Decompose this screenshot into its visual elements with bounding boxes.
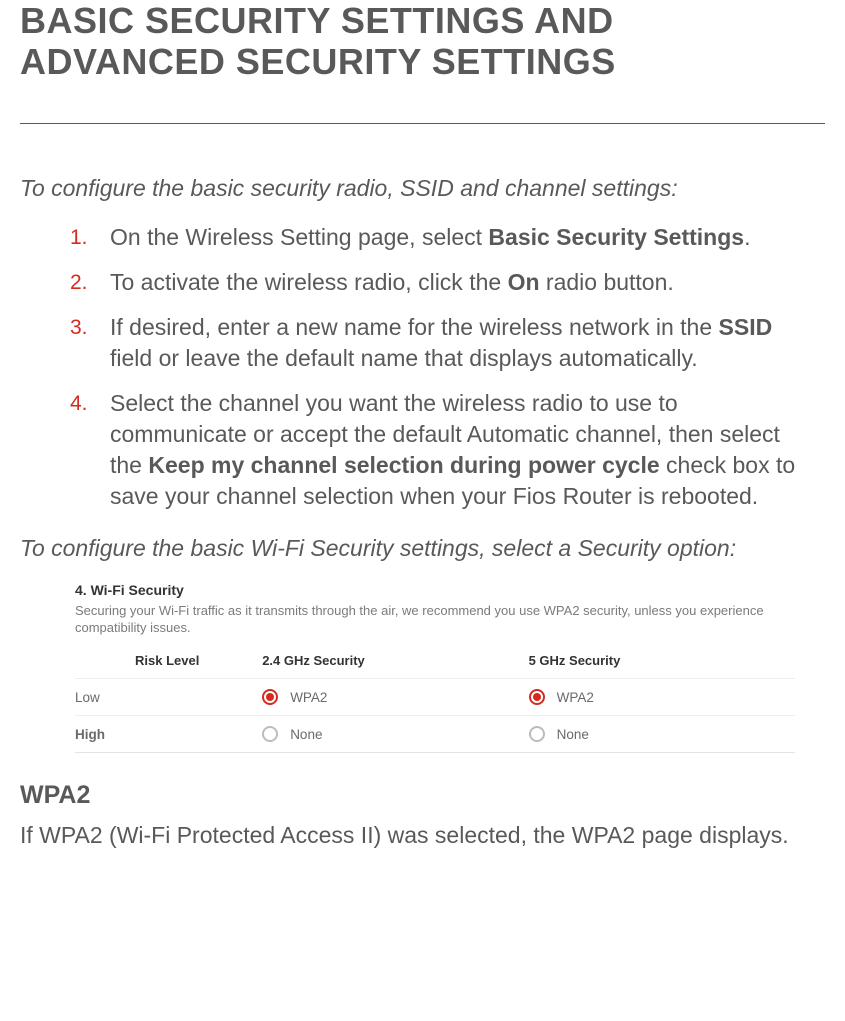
table-row: High None None xyxy=(75,716,795,753)
panel-description: Securing your Wi-Fi traffic as it transm… xyxy=(75,602,795,637)
step-1-number: 1. xyxy=(70,222,110,252)
wpa2-body: If WPA2 (Wi-Fi Protected Access II) was … xyxy=(20,820,825,851)
radio-24ghz-wpa2-label: WPA2 xyxy=(290,690,327,705)
wifi-security-panel: 4. Wi-Fi Security Securing your Wi-Fi tr… xyxy=(75,582,795,753)
header-24ghz: 2.4 GHz Security xyxy=(262,647,528,679)
security-table: Risk Level 2.4 GHz Security 5 GHz Securi… xyxy=(75,647,795,752)
wpa2-heading: WPA2 xyxy=(20,781,825,810)
step-1: 1. On the Wireless Setting page, select … xyxy=(20,222,825,253)
risk-level-high: High xyxy=(75,716,262,753)
header-5ghz: 5 GHz Security xyxy=(529,647,795,679)
radio-24ghz-wpa2[interactable] xyxy=(262,689,278,705)
step-1-text: On the Wireless Setting page, select Bas… xyxy=(110,222,825,253)
step-4: 4. Select the channel you want the wirel… xyxy=(20,388,825,512)
panel-title: 4. Wi-Fi Security xyxy=(75,582,795,598)
step-3-number: 3. xyxy=(70,312,110,342)
divider xyxy=(20,123,825,124)
step-3-text: If desired, enter a new name for the wir… xyxy=(110,312,825,374)
radio-24ghz-none[interactable] xyxy=(262,726,278,742)
header-risk-level: Risk Level xyxy=(75,647,262,679)
step-3: 3. If desired, enter a new name for the … xyxy=(20,312,825,374)
radio-5ghz-none[interactable] xyxy=(529,726,545,742)
radio-5ghz-wpa2[interactable] xyxy=(529,689,545,705)
radio-5ghz-wpa2-label: WPA2 xyxy=(557,690,594,705)
step-2: 2. To activate the wireless radio, click… xyxy=(20,267,825,298)
radio-5ghz-none-label: None xyxy=(557,727,589,742)
radio-24ghz-none-label: None xyxy=(290,727,322,742)
step-4-text: Select the channel you want the wireless… xyxy=(110,388,825,512)
step-4-number: 4. xyxy=(70,388,110,418)
intro-configure-radio: To configure the basic security radio, S… xyxy=(20,174,825,204)
step-2-number: 2. xyxy=(70,267,110,297)
steps-list: 1. On the Wireless Setting page, select … xyxy=(20,222,825,512)
intro-wifi-security: To configure the basic Wi-Fi Security se… xyxy=(20,534,825,564)
risk-level-low: Low xyxy=(75,679,262,716)
step-2-text: To activate the wireless radio, click th… xyxy=(110,267,825,298)
page-title: BASIC SECURITY SETTINGS AND ADVANCED SEC… xyxy=(20,0,825,83)
table-row: Low WPA2 WPA2 xyxy=(75,679,795,716)
